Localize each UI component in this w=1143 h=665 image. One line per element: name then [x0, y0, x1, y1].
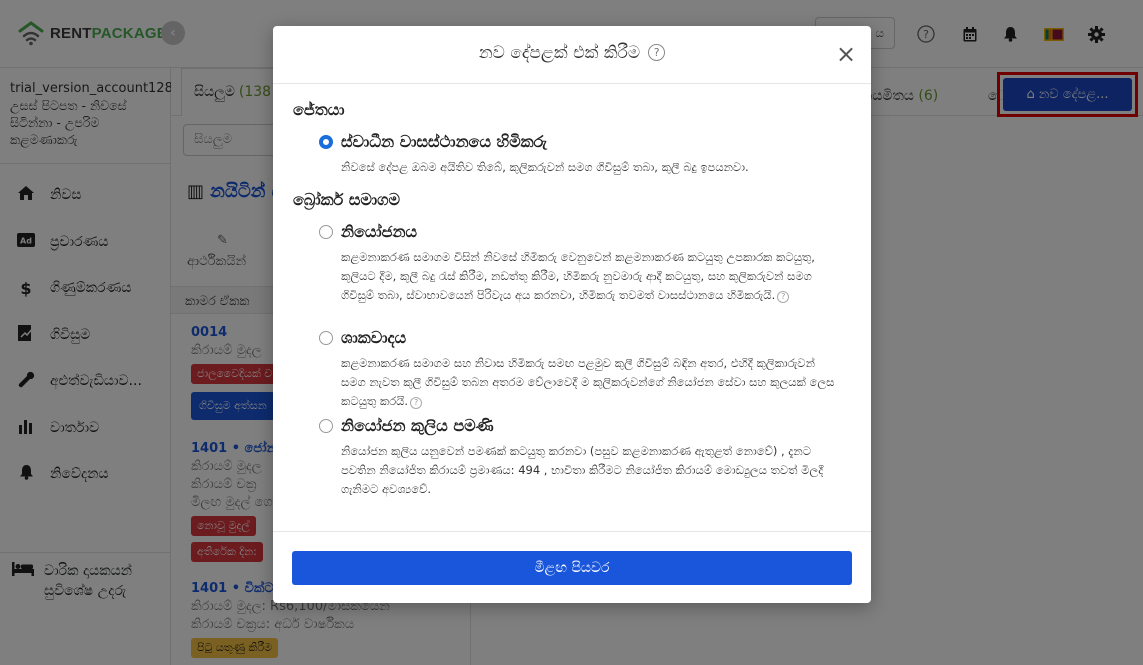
option-description: නියෝජන කුලිය යනුවෙන් පමණක් කටයුතු කරනවා … — [341, 444, 824, 496]
next-step-button[interactable]: මීළඟ පියවර — [292, 551, 852, 585]
option-title: ස්වාධීන වාසස්ථානයෙ හිමිකරු — [341, 132, 547, 151]
option-title: නියෝජන කුලිය පමණි — [341, 416, 494, 435]
group-label-broker: බ්‍රෝකර් සමාගම — [293, 190, 401, 209]
modal-title: නව දේපළක් එක් කිරීම? — [273, 43, 871, 63]
modal-title-text: නව දේපළක් එක් කිරීම — [478, 43, 641, 63]
add-property-modal: නව දේපළක් එක් කිරීම? × ජේතයා ස්වාධීන වාස… — [273, 26, 871, 603]
help-icon[interactable]: ? — [777, 290, 790, 303]
help-icon[interactable]: ? — [648, 44, 666, 61]
option-agency-fee-only[interactable]: නියෝජන කුලිය පමණි නියෝජන කුලිය යනුවෙන් ප… — [319, 416, 841, 499]
option-description: නිවසේ දේපළ ඔබම අයිතිව තිබේ, කුලිකරුවන් ස… — [341, 160, 749, 174]
help-icon[interactable]: ? — [410, 396, 423, 409]
radio-independent-owner[interactable] — [319, 135, 333, 149]
option-title: ශාකවාදය — [341, 328, 407, 347]
group-label-owner: ජේතයා — [293, 100, 345, 119]
option-independent-owner[interactable]: ස්වාධීන වාසස්ථානයෙ හිමිකරු නිවසේ දේපළ ඔබ… — [319, 132, 841, 177]
option-representation[interactable]: නියෝජනය කළමනාකරණ සමාගම විසින් නිවසේ හිමි… — [319, 222, 841, 305]
close-icon[interactable]: × — [833, 41, 859, 67]
radio-sublease[interactable] — [319, 331, 333, 345]
option-sublease[interactable]: ශාකවාදය කළමනාකරණ සමාගම සහ නිවාස හිමිකරු … — [319, 328, 841, 411]
option-description: කළමනාකරණ සමාගම විසින් නිවසේ හිමිකරු වෙනු… — [341, 250, 815, 302]
radio-representation[interactable] — [319, 225, 333, 239]
radio-agency-fee-only[interactable] — [319, 419, 333, 433]
modal-header: නව දේපළක් එක් කිරීම? × — [273, 26, 871, 84]
option-title: නියෝජනය — [341, 222, 417, 241]
modal-footer: මීළඟ පියවර — [273, 531, 871, 603]
